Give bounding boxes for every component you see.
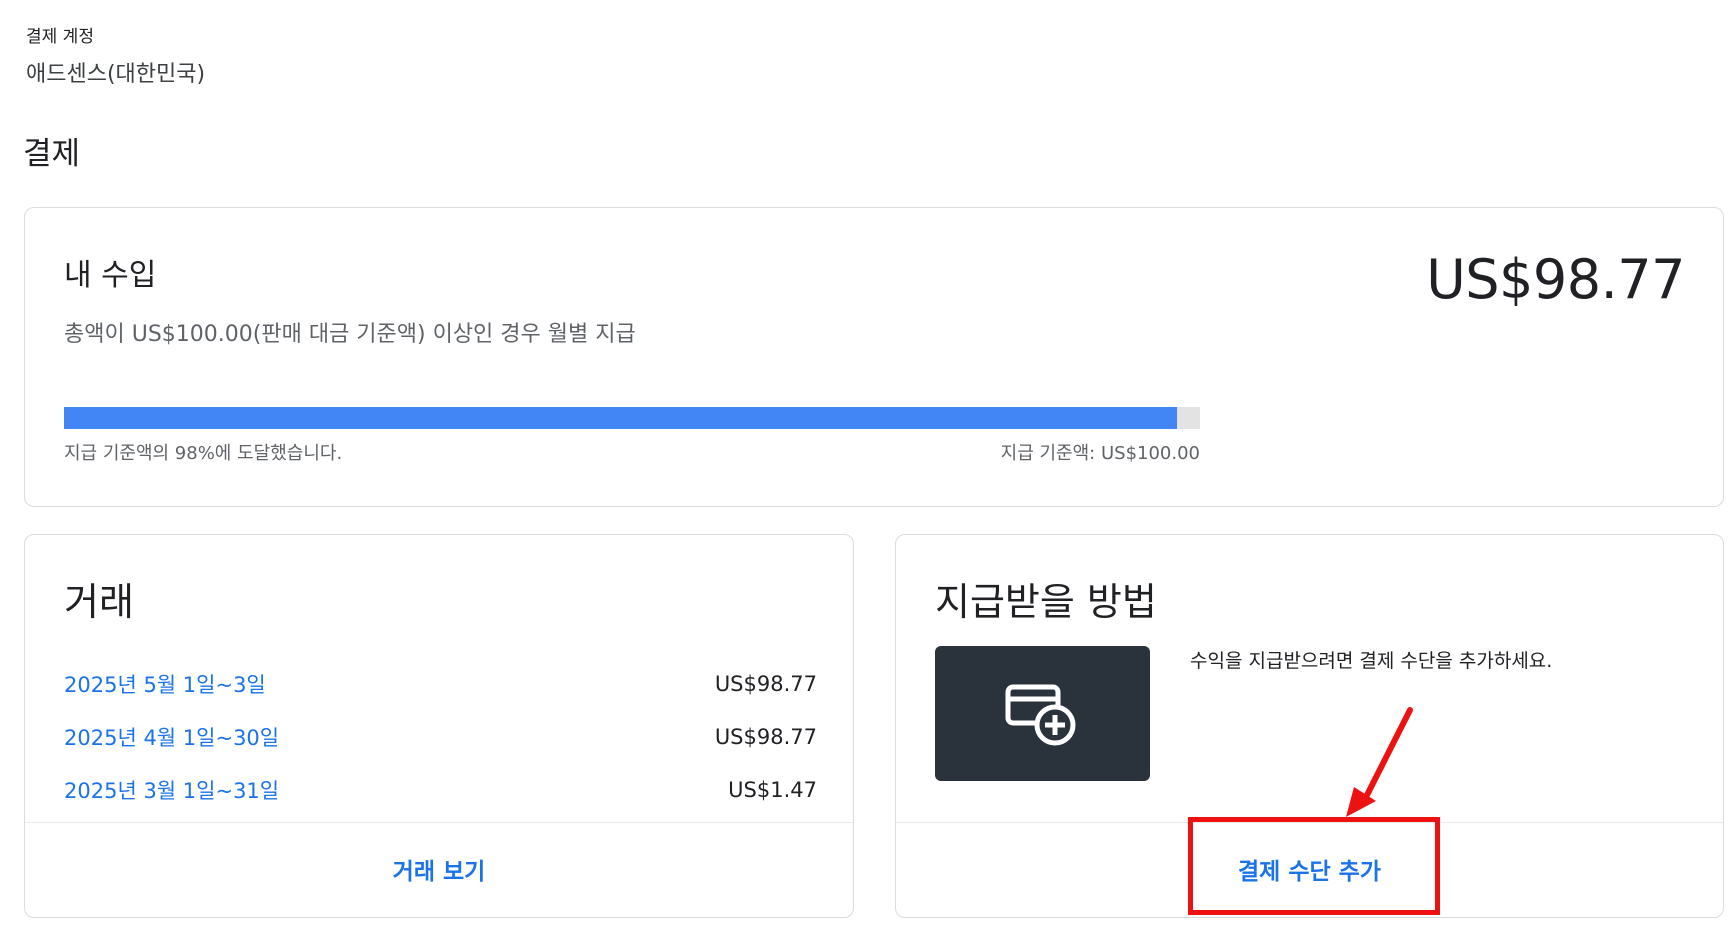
add-card-icon-graphic (1005, 684, 1075, 745)
table-row: 2025년 5월 1일~3일 US$98.77 (64, 657, 817, 710)
table-row: 2025년 3월 1일~31일 US$1.47 (64, 763, 817, 816)
transaction-amount: US$1.47 (728, 777, 817, 802)
add-card-icon (935, 646, 1150, 781)
payment-method-title: 지급받을 방법 (935, 580, 1157, 624)
transactions-title: 거래 (64, 580, 134, 624)
transaction-date-link[interactable]: 2025년 5월 1일~3일 (64, 669, 266, 699)
earnings-subtitle: 총액이 US$100.00(판매 대금 기준액) 이상인 경우 월별 지급 (64, 322, 636, 347)
transaction-amount: US$98.77 (714, 724, 817, 749)
billing-account-label: 결제 계정 (26, 27, 94, 47)
view-transactions-button[interactable]: 거래 보기 (25, 852, 853, 886)
transaction-date-link[interactable]: 2025년 3월 1일~31일 (64, 775, 279, 805)
table-row: 2025년 4월 1일~30일 US$98.77 (64, 710, 817, 763)
progress-fill (64, 407, 1178, 429)
transaction-date-link[interactable]: 2025년 4월 1일~30일 (64, 722, 279, 752)
billing-account-name: 애드센스(대한민국) (26, 62, 206, 87)
earnings-title: 내 수입 (64, 258, 157, 293)
transactions-card-footer: 거래 보기 (25, 822, 853, 917)
transactions-card: 거래 2025년 5월 1일~3일 US$98.77 2025년 4월 1일~3… (24, 534, 854, 918)
red-arrow-annotation (1346, 707, 1413, 817)
page-title: 결제 (23, 136, 81, 172)
transactions-list: 2025년 5월 1일~3일 US$98.77 2025년 4월 1일~30일 … (64, 657, 817, 816)
payment-method-description: 수익을 지급받으려면 결제 수단을 추가하세요. (1190, 650, 1553, 672)
earnings-card: 내 수입 총액이 US$100.00(판매 대금 기준액) 이상인 경우 월별 … (24, 207, 1724, 507)
payment-threshold-progress-bar (64, 407, 1200, 429)
payment-threshold-text: 지급 기준액: US$100.00 (1000, 443, 1200, 464)
transaction-amount: US$98.77 (714, 671, 817, 696)
payments-page: 결제 계정 애드센스(대한민국) 결제 내 수입 총액이 US$100.00(판… (0, 0, 1730, 940)
earnings-amount: US$98.77 (1426, 248, 1685, 311)
red-highlight-box (1188, 817, 1440, 915)
